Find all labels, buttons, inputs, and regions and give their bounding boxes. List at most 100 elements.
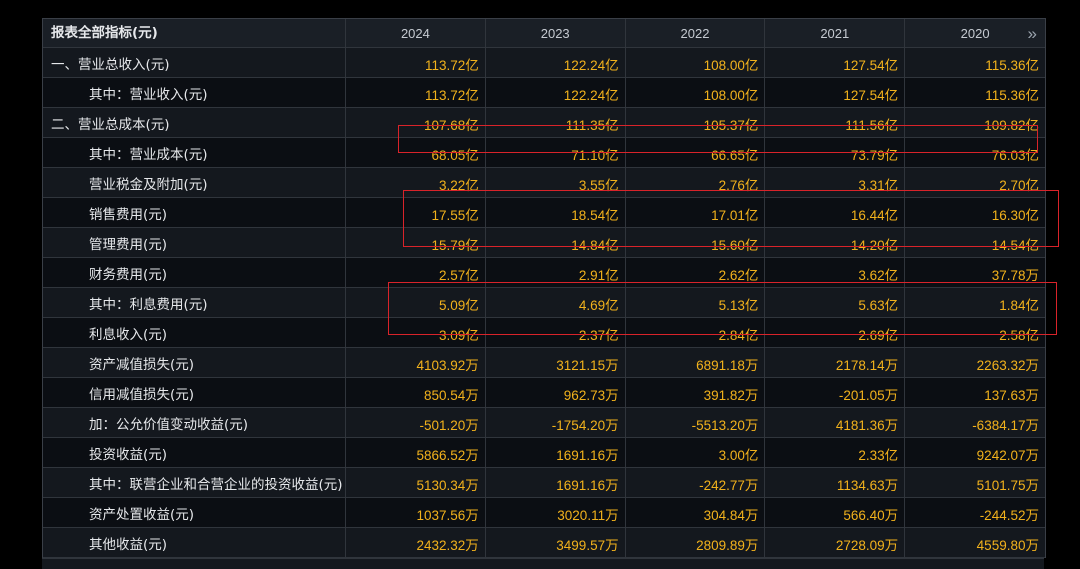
value-cell-2024: 17.55亿 bbox=[346, 198, 486, 227]
value-cell-2021: 14.20亿 bbox=[765, 228, 906, 257]
row-label: 其中：联营企业和合营企业的投资收益(元) bbox=[43, 468, 346, 497]
value-cell-2023: 1691.16万 bbox=[486, 468, 626, 497]
value-cell-2022: 2.84亿 bbox=[626, 318, 766, 347]
table-row: 其中：利息费用(元) 5.09亿 4.69亿 5.13亿 5.63亿 1.84亿 bbox=[43, 288, 1045, 318]
row-label: 加：公允价值变动收益(元) bbox=[43, 408, 346, 437]
value-cell-2020: 2.58亿 bbox=[999, 328, 1039, 343]
value-cell-2022: 304.84万 bbox=[626, 498, 766, 527]
value-cell-2023: 14.84亿 bbox=[486, 228, 626, 257]
value-cell-2023: 122.24亿 bbox=[486, 78, 626, 107]
value-cell-2022: 2.62亿 bbox=[626, 258, 766, 287]
value-cell-2022: 2809.89万 bbox=[626, 528, 766, 557]
value-cell-2021: -201.05万 bbox=[765, 378, 906, 407]
value-cell-2023: -1754.20万 bbox=[486, 408, 626, 437]
value-cell-2021: 2.33亿 bbox=[765, 438, 906, 467]
value-cell-2020: 115.36亿 bbox=[985, 88, 1039, 103]
row-label: 其中：营业成本(元) bbox=[43, 138, 346, 167]
table-row: 二、营业总成本(元) 107.68亿 111.35亿 105.37亿 111.56亿 10… bbox=[43, 108, 1045, 138]
year-header-2020[interactable]: 2020 » bbox=[905, 19, 1045, 47]
value-cell-2023: 2.37亿 bbox=[486, 318, 626, 347]
value-cell-2021: 2728.09万 bbox=[765, 528, 906, 557]
year-header-2024[interactable]: 2024 bbox=[346, 19, 486, 47]
year-header-2020-label: 2020 bbox=[960, 25, 990, 41]
value-cell-2020: -244.52万 bbox=[979, 508, 1039, 523]
value-cell-2023: 3499.57万 bbox=[486, 528, 626, 557]
table-row: 财务费用(元) 2.57亿 2.91亿 2.62亿 3.62亿 37.78万 bbox=[43, 258, 1045, 288]
value-cell-2022: 15.60亿 bbox=[626, 228, 766, 257]
row-label: 二、营业总成本(元) bbox=[43, 108, 346, 137]
row-label: 资产处置收益(元) bbox=[43, 498, 346, 527]
value-cell-2024: 5130.34万 bbox=[346, 468, 486, 497]
value-cell-2022: 3.00亿 bbox=[626, 438, 766, 467]
table-row: 营业税金及附加(元) 3.22亿 3.55亿 2.76亿 3.31亿 2.70亿 bbox=[43, 168, 1045, 198]
value-cell-2021: 127.54亿 bbox=[765, 78, 906, 107]
value-cell-2020: 4559.80万 bbox=[976, 538, 1039, 553]
value-cell-2020: -6384.17万 bbox=[972, 418, 1039, 433]
value-cell-2020: 37.78万 bbox=[991, 268, 1039, 283]
table-row: 加：公允价值变动收益(元) -501.20万 -1754.20万 -5513.20万 4… bbox=[43, 408, 1045, 438]
table-row: 其中：营业收入(元) 113.72亿 122.24亿 108.00亿 127.54亿 11… bbox=[43, 78, 1045, 108]
value-cell-2020: 14.54亿 bbox=[991, 238, 1039, 253]
value-cell-2020: 1.84亿 bbox=[999, 298, 1039, 313]
table-row: 利息收入(元) 3.09亿 2.37亿 2.84亿 2.69亿 2.58亿 bbox=[43, 318, 1045, 348]
value-cell-2021: 127.54亿 bbox=[765, 48, 906, 77]
value-cell-2021: 3.31亿 bbox=[765, 168, 906, 197]
table-row: 其他收益(元) 2432.32万 3499.57万 2809.89万 2728.09万 4… bbox=[43, 528, 1045, 558]
value-cell-2024: 113.72亿 bbox=[346, 48, 486, 77]
value-cell-2023: 4.69亿 bbox=[486, 288, 626, 317]
row-label: 资产减值损失(元) bbox=[43, 348, 346, 377]
value-cell-2024: 3.09亿 bbox=[346, 318, 486, 347]
table-row: 资产减值损失(元) 4103.92万 3121.15万 6891.18万 2178.14… bbox=[43, 348, 1045, 378]
value-cell-2021: 2.69亿 bbox=[765, 318, 906, 347]
value-cell-2022: 17.01亿 bbox=[626, 198, 766, 227]
table-header-row: 报表全部指标(元) 2024 2023 2022 2021 2020 » bbox=[43, 18, 1045, 48]
year-header-2021[interactable]: 2021 bbox=[765, 19, 906, 47]
value-cell-2024: 2432.32万 bbox=[346, 528, 486, 557]
value-cell-2020: 109.82亿 bbox=[984, 118, 1039, 133]
value-cell-2021: 566.40万 bbox=[765, 498, 906, 527]
value-cell-2022: 105.37亿 bbox=[626, 108, 766, 137]
value-cell-2024: 15.79亿 bbox=[346, 228, 486, 257]
value-cell-2024: 2.57亿 bbox=[346, 258, 486, 287]
value-cell-2022: 108.00亿 bbox=[626, 78, 766, 107]
row-label: 利息收入(元) bbox=[43, 318, 346, 347]
value-cell-2023: 3121.15万 bbox=[486, 348, 626, 377]
value-cell-2024: 850.54万 bbox=[346, 378, 486, 407]
value-cell-2021: 1134.63万 bbox=[765, 468, 906, 497]
value-cell-2024: 113.72亿 bbox=[346, 78, 486, 107]
table-row: 销售费用(元) 17.55亿 18.54亿 17.01亿 16.44亿 16.30亿 bbox=[43, 198, 1045, 228]
table-row: 其中：营业成本(元) 68.05亿 71.10亿 66.65亿 73.79亿 76.03亿 bbox=[43, 138, 1045, 168]
value-cell-2020: 76.03亿 bbox=[991, 148, 1039, 163]
value-cell-2023: 71.10亿 bbox=[486, 138, 626, 167]
value-cell-2022: 66.65亿 bbox=[626, 138, 766, 167]
row-label: 营业税金及附加(元) bbox=[43, 168, 346, 197]
value-cell-2024: 68.05亿 bbox=[346, 138, 486, 167]
year-header-2022[interactable]: 2022 bbox=[626, 19, 766, 47]
value-cell-2020: 5101.75万 bbox=[976, 478, 1039, 493]
table-row: 管理费用(元) 15.79亿 14.84亿 15.60亿 14.20亿 14.54亿 bbox=[43, 228, 1045, 258]
table-body: 一、营业总收入(元) 113.72亿 122.24亿 108.00亿 127.54亿 11… bbox=[43, 48, 1045, 558]
row-label: 其他收益(元) bbox=[43, 528, 346, 557]
year-header-2023[interactable]: 2023 bbox=[486, 19, 626, 47]
financial-indicator-table: 报表全部指标(元) 2024 2023 2022 2021 2020 » 一、营… bbox=[42, 18, 1046, 558]
value-cell-2021: 16.44亿 bbox=[765, 198, 906, 227]
value-cell-2024: 107.68亿 bbox=[346, 108, 486, 137]
value-cell-2020: 9242.07万 bbox=[976, 448, 1039, 463]
value-cell-2024: -501.20万 bbox=[346, 408, 486, 437]
value-cell-2020: 115.36亿 bbox=[985, 58, 1039, 73]
value-cell-2023: 962.73万 bbox=[486, 378, 626, 407]
value-cell-2024: 5866.52万 bbox=[346, 438, 486, 467]
table-row: 资产处置收益(元) 1037.56万 3020.11万 304.84万 566.40万 -… bbox=[43, 498, 1045, 528]
value-cell-2021: 5.63亿 bbox=[765, 288, 906, 317]
double-chevron-right-icon[interactable]: » bbox=[1028, 24, 1037, 44]
row-label: 其中：营业收入(元) bbox=[43, 78, 346, 107]
value-cell-2023: 3020.11万 bbox=[486, 498, 626, 527]
row-label: 投资收益(元) bbox=[43, 438, 346, 467]
row-label: 管理费用(元) bbox=[43, 228, 346, 257]
value-cell-2020: 137.63万 bbox=[984, 388, 1039, 403]
value-cell-2024: 5.09亿 bbox=[346, 288, 486, 317]
value-cell-2021: 111.56亿 bbox=[765, 108, 906, 137]
table-row: 一、营业总收入(元) 113.72亿 122.24亿 108.00亿 127.54亿 11… bbox=[43, 48, 1045, 78]
value-cell-2022: 5.13亿 bbox=[626, 288, 766, 317]
value-cell-2021: 73.79亿 bbox=[765, 138, 906, 167]
